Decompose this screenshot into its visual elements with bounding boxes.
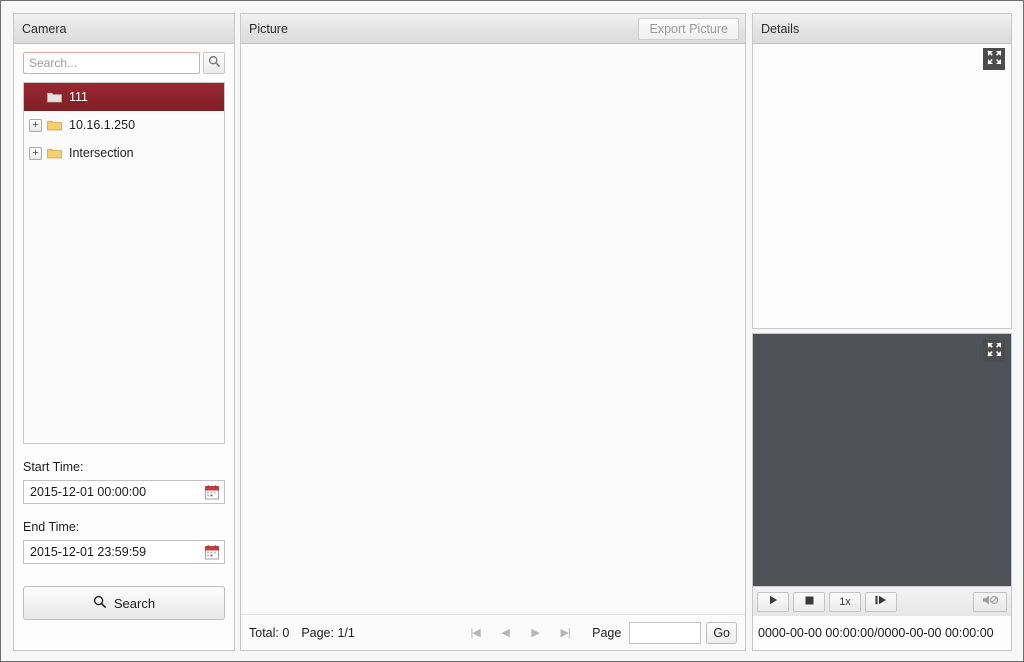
tree-item-label: Intersection <box>69 146 134 160</box>
export-picture-button[interactable]: Export Picture <box>638 18 739 40</box>
page-field-label: Page <box>592 625 622 640</box>
video-player-panel: 1x 0000-00-00 00:00:00/0000-00-00 00:00:… <box>752 333 1012 651</box>
fullscreen-icon <box>986 342 1002 360</box>
tree-item-111[interactable]: 111 <box>24 83 224 111</box>
play-button[interactable] <box>757 591 789 612</box>
tree-item-label: 111 <box>69 90 89 104</box>
play-icon <box>769 595 778 608</box>
picture-panel: Picture Export Picture Total: 0 Page: 1/… <box>240 13 746 651</box>
camera-panel: Camera Search... 111 + 10.16.1.250 + Int… <box>13 13 235 651</box>
stop-icon <box>805 596 814 608</box>
calendar-icon[interactable] <box>201 541 223 563</box>
details-panel-header: Details <box>753 14 1011 44</box>
video-controls-bar: 1x <box>753 586 1011 616</box>
video-timestamp: 0000-00-00 00:00:00/0000-00-00 00:00:00 <box>753 616 1011 650</box>
fullscreen-icon <box>986 50 1002 68</box>
folder-icon-yellow <box>47 119 62 131</box>
frame-forward-button[interactable] <box>865 591 897 612</box>
start-time-label: Start Time: <box>23 460 84 474</box>
camera-panel-body: 111 + 10.16.1.250 + <box>14 44 234 620</box>
calendar-icon[interactable] <box>201 481 223 503</box>
go-button[interactable]: Go <box>706 621 737 644</box>
camera-tree[interactable]: 111 + 10.16.1.250 + Intersection <box>23 82 225 444</box>
magnifier-icon <box>93 595 107 612</box>
folder-icon-white <box>47 91 62 103</box>
camera-panel-title: Camera <box>22 21 67 36</box>
audio-mute-button[interactable] <box>973 591 1007 612</box>
frame-forward-icon <box>875 595 887 608</box>
end-time-value: 2015-12-01 23:59:59 <box>30 545 147 559</box>
details-content-area <box>753 44 1011 328</box>
tree-item-label: 10.16.1.250 <box>69 118 136 132</box>
total-count-label: Total: 0 <box>249 625 290 640</box>
next-page-button[interactable]: ▶ <box>520 626 550 639</box>
picture-panel-header: Picture Export Picture <box>241 14 745 44</box>
last-page-button[interactable]: ▶| <box>550 626 580 639</box>
search-submit-button[interactable] <box>203 52 225 74</box>
tree-item-intersection[interactable]: + Intersection <box>24 139 224 167</box>
search-button[interactable]: Search <box>23 586 225 620</box>
folder-icon-yellow <box>47 147 62 159</box>
pagination-bar: Total: 0 Page: 1/1 |◀ ◀ ▶ ▶| Page Go <box>241 614 745 650</box>
end-time-label: End Time: <box>23 520 80 534</box>
page-number-input[interactable] <box>629 621 702 644</box>
tree-expand-toggle[interactable]: + <box>29 146 42 160</box>
pagination-summary: Total: 0 Page: 1/1 <box>249 626 355 640</box>
playback-speed-button[interactable]: 1x <box>829 591 861 612</box>
camera-search-row <box>23 52 225 74</box>
details-panel-title: Details <box>761 21 800 36</box>
page-count-label: Page: 1/1 <box>301 625 355 640</box>
tree-item-10-16-1-250[interactable]: + 10.16.1.250 <box>24 111 224 139</box>
details-fullscreen-button[interactable] <box>983 48 1005 70</box>
picture-results-area <box>241 44 745 614</box>
start-time-value: 2015-12-01 00:00:00 <box>30 485 147 499</box>
mute-icon <box>982 594 999 609</box>
pagination-controls: |◀ ◀ ▶ ▶| Page Go <box>460 621 737 644</box>
picture-panel-title: Picture <box>249 21 288 36</box>
search-button-label: Search <box>113 595 156 611</box>
end-time-field[interactable]: 2015-12-01 23:59:59 <box>23 540 225 564</box>
first-page-button[interactable]: |◀ <box>460 626 490 639</box>
magnifier-icon <box>208 55 221 71</box>
details-panel: Details <box>752 13 1012 329</box>
video-display-area[interactable] <box>753 334 1011 586</box>
application-window: Camera Search... 111 + 10.16.1.250 + Int… <box>0 0 1024 662</box>
search-input[interactable] <box>23 52 200 74</box>
video-fullscreen-button[interactable] <box>983 340 1005 362</box>
start-time-field[interactable]: 2015-12-01 00:00:00 <box>23 480 225 504</box>
tree-expand-toggle[interactable]: + <box>29 118 42 132</box>
prev-page-button[interactable]: ◀ <box>490 626 520 639</box>
stop-button[interactable] <box>793 591 825 612</box>
camera-panel-header: Camera <box>14 14 234 44</box>
